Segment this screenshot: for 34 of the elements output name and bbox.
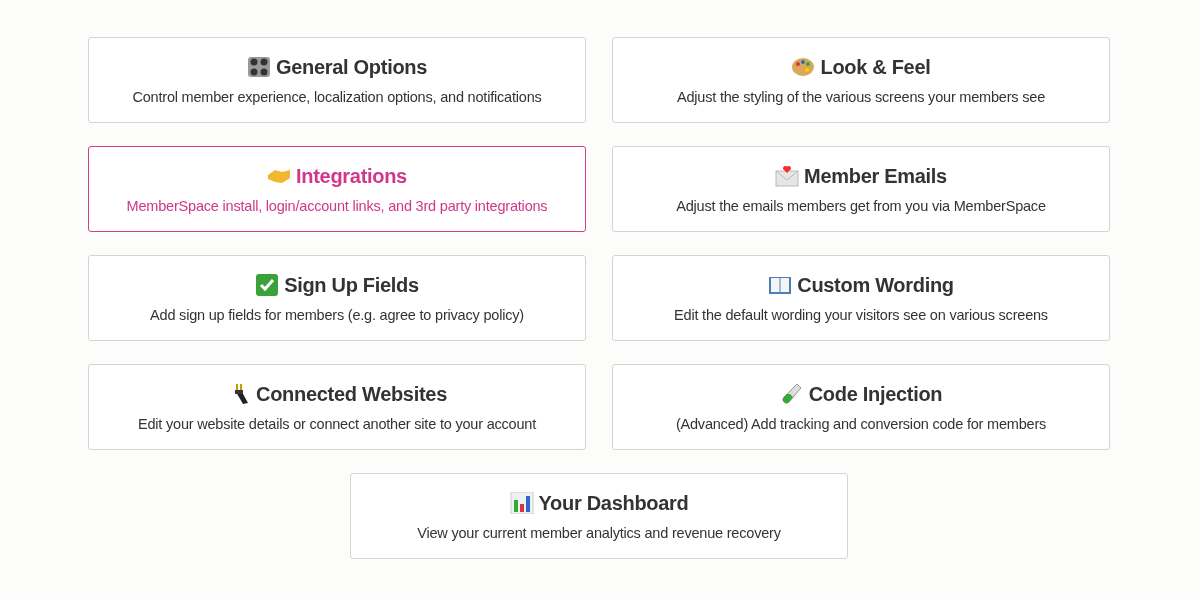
settings-card[interactable]: Your Dashboard View your current member analytics and revenue recovery xyxy=(350,473,848,559)
card-title: Integrations xyxy=(296,164,407,188)
test-tube-icon xyxy=(779,383,804,405)
card-description: Add sign up fields for members (e.g. agree to privacy policy) xyxy=(150,306,524,323)
settings-card[interactable]: Custom Wording Edit the default wording your visitors see on various screens xyxy=(612,255,1110,341)
card-title: Look & Feel xyxy=(820,55,931,79)
card-description: MemberSpace install, login/account links, and 3rd party integrations xyxy=(126,197,548,214)
settings-card[interactable]: Connected Websites Edit your website details or connect another site to your account xyxy=(88,364,586,450)
settings-card[interactable]: Look & Feel Adjust the styling of the various screens your members see xyxy=(612,37,1110,123)
card-title: Custom Wording xyxy=(797,273,954,297)
envelope-icon xyxy=(775,165,800,187)
card-description: Edit your website details or connect another site to your account xyxy=(137,415,537,432)
card-title: Your Dashboard xyxy=(538,491,689,515)
card-title: Member Emails xyxy=(804,164,947,188)
settings-card[interactable]: General Options Control member experience, localization options, and notifications xyxy=(88,37,586,123)
card-description: Control member experience, localization options, and notifications xyxy=(132,88,542,105)
book-icon xyxy=(768,274,793,296)
card-description: (Advanced) Add tracking and conversion code for members xyxy=(675,415,1047,432)
card-title: General Options xyxy=(275,55,428,79)
settings-card[interactable]: Member Emails Adjust the emails members get from you via MemberSpace xyxy=(612,146,1110,232)
knobs-icon xyxy=(246,56,271,78)
card-description: Adjust the emails members get from you via MemberSpace xyxy=(676,197,1046,214)
settings-card[interactable]: Code Injection (Advanced) Add tracking and conversion code for members xyxy=(612,364,1110,450)
card-title: Code Injection xyxy=(808,382,943,406)
card-title: Connected Websites xyxy=(256,382,447,406)
palette-icon xyxy=(791,56,816,78)
card-description: Adjust the styling of the various screens your members see xyxy=(677,88,1045,105)
settings-card[interactable]: Sign Up Fields Add sign up fields for members (e.g. agree to privacy policy) xyxy=(88,255,586,341)
card-description: Edit the default wording your visitors see on various screens xyxy=(674,306,1048,323)
bar-chart-icon xyxy=(509,492,534,514)
check-icon xyxy=(255,274,280,296)
settings-card[interactable]: Integrations MemberSpace install, login/account links, and 3rd party integrations xyxy=(88,146,586,232)
card-description: View your current member analytics and revenue recovery xyxy=(417,524,781,541)
card-title: Sign Up Fields xyxy=(284,273,419,297)
